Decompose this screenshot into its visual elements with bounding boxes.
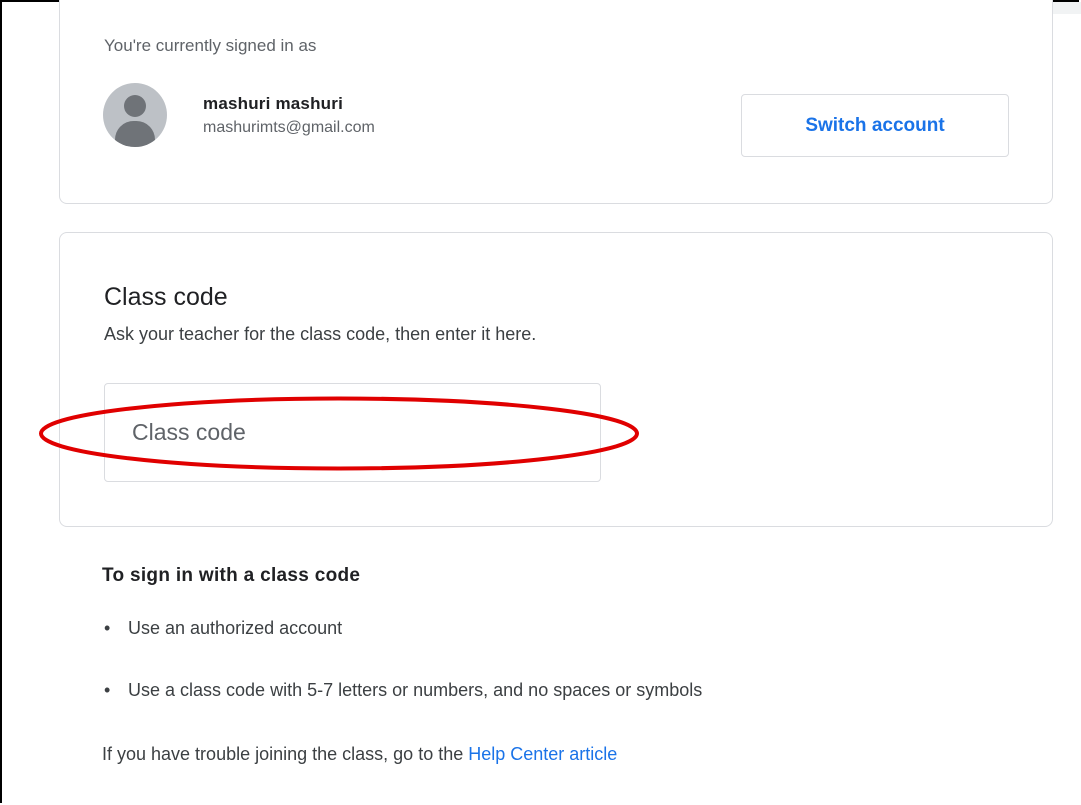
bullet-dot-icon: • [104,618,111,638]
signed-in-label: You're currently signed in as [104,36,317,55]
class-code-title: Class code [104,283,228,311]
class-code-input[interactable] [104,383,601,482]
person-body-icon [115,121,155,147]
instruction-bullet-text: Use an authorized account [128,618,343,638]
account-card: You're currently signed in as mashuri ma… [59,0,1053,204]
help-line: If you have trouble joining the class, g… [102,744,617,765]
class-code-description: Ask your teacher for the class code, the… [104,324,537,344]
instruction-bullet: • Use a class code with 5-7 letters or nu… [104,680,702,701]
avatar [103,83,167,147]
switch-account-button[interactable]: Switch account [741,94,1009,157]
instruction-bullet: • Use an authorized account [104,618,342,639]
bullet-dot-icon: • [104,680,111,700]
help-prefix-text: If you have trouble joining the class, g… [102,744,469,764]
class-code-card: Class code Ask your teacher for the clas… [59,232,1053,527]
user-name: mashuri mashuri [203,94,343,113]
instructions-title: To sign in with a class code [102,565,361,586]
user-email: mashurimts@gmail.com [203,119,375,136]
person-icon [124,95,146,117]
help-center-link[interactable]: Help Center article [468,744,617,764]
instruction-bullet-text: Use a class code with 5-7 letters or num… [128,680,703,700]
